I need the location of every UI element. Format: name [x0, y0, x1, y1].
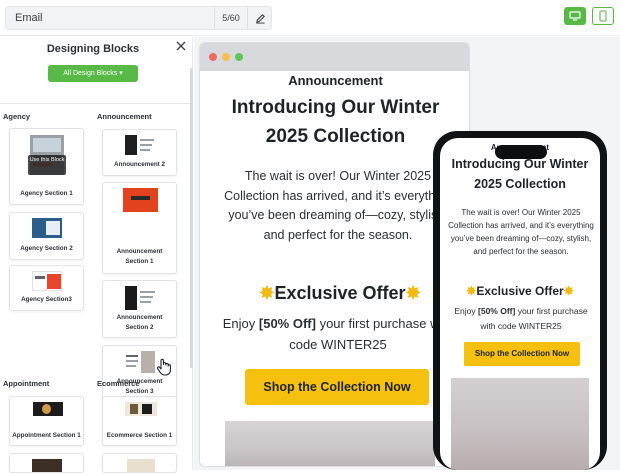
blocks-sidebar: Designing Blocks All Design Blocks ▾ Age… [0, 37, 193, 473]
filter-label: All Design Blocks [63, 70, 118, 77]
smartphone-icon [599, 10, 607, 22]
block-card-partial[interactable] [9, 453, 84, 473]
block-card-appointment-section-1[interactable]: Appointment Section 1 [9, 396, 84, 446]
minimize-dot-icon [222, 53, 230, 61]
email-headline: Introducing Our Winter 2025 Collection [231, 97, 440, 147]
close-icon[interactable] [175, 39, 187, 51]
block-thumbnail [123, 188, 158, 212]
shop-collection-button[interactable]: Shop the Collection Now [245, 369, 429, 405]
block-card-partial[interactable] [102, 453, 177, 473]
email-offer-text: Enjoy [50% Off] your first purchase with… [454, 306, 588, 331]
sidebar-scrollbar[interactable] [190, 68, 193, 368]
email-body-text: The wait is over! Our Winter 2025 Collec… [224, 169, 452, 242]
email-offer-title: ✸Exclusive Offer✸ [259, 283, 421, 303]
block-card-announcement-section-2[interactable]: Announcement Section 2 [102, 280, 177, 338]
category-appointment: Appointment [3, 379, 50, 388]
block-thumbnail [32, 271, 62, 291]
filter-dropdown[interactable]: All Design Blocks ▾ [48, 65, 138, 82]
phone-notch [495, 145, 547, 159]
block-card-label: Agency Section 1 [20, 190, 73, 197]
block-card-agency-section-2[interactable]: Agency Section 2 [9, 212, 84, 260]
sparkle-icon: ✸ [405, 283, 421, 303]
email-offer-title: ✸Exclusive Offer✸ [466, 284, 574, 298]
mobile-preview-button[interactable] [592, 7, 614, 25]
char-counter: 5/60 [214, 7, 248, 29]
email-offer-text: Enjoy [50% Off] your first purchase with… [222, 316, 454, 352]
block-card-agency-section-1[interactable]: Use this Block Agency Section 1 [9, 128, 84, 205]
block-card-label: Appointment Section 1 [12, 432, 81, 439]
monitor-icon [569, 11, 581, 21]
block-card-agency-section-3[interactable]: Agency Section3 [9, 265, 84, 311]
block-thumbnail [125, 286, 157, 310]
sidebar-title: Designing Blocks [46, 43, 140, 55]
mobile-preview-screen: Announcement Introducing Our Winter 2025… [440, 138, 600, 470]
block-thumbnail [125, 135, 155, 155]
block-card-ecommerce-section-1[interactable]: Ecommerce Section 1 [102, 396, 177, 446]
chevron-down-icon: ▾ [119, 70, 123, 77]
browser-title-bar [200, 43, 469, 71]
block-thumbnail [33, 402, 63, 416]
clothing-rack-image [451, 378, 589, 470]
email-announcement-label: Announcement [288, 73, 383, 88]
sparkle-icon: ✸ [466, 284, 477, 298]
block-card-announcement-2[interactable]: Announcement 2 [102, 129, 177, 176]
email-name-value[interactable]: Email [15, 12, 43, 24]
block-thumbnail [125, 402, 157, 416]
top-toolbar: Email 5/60 [0, 0, 620, 36]
category-announcement: Announcement [97, 112, 152, 121]
maximize-dot-icon [235, 53, 243, 61]
block-thumbnail [125, 351, 157, 373]
block-card-label: Agency Section3 [21, 296, 72, 303]
block-card-label: Announcement Section 2 [116, 314, 163, 331]
sparkle-icon: ✸ [563, 284, 574, 298]
block-card-label: Announcement Section 1 [116, 248, 163, 265]
clothing-rack-image [225, 421, 435, 466]
sidebar-divider [0, 103, 190, 104]
use-block-overlay[interactable]: Use this Block [28, 155, 66, 175]
category-agency: Agency [3, 112, 31, 121]
desktop-preview-frame: Announcement Introducing Our Winter 2025… [199, 42, 470, 467]
email-headline: Introducing Our Winter 2025 Collection [451, 157, 589, 191]
block-card-label: Announcement 2 [113, 161, 166, 168]
email-body-text: The wait is over! Our Winter 2025 Collec… [448, 208, 594, 256]
block-card-announcement-section-1[interactable]: Announcement Section 1 [102, 182, 177, 274]
sparkle-icon: ✸ [259, 283, 275, 303]
block-card-label: Ecommerce Section 1 [106, 432, 173, 439]
desktop-preview-button[interactable] [564, 7, 586, 25]
hand-cursor-icon [156, 358, 172, 376]
category-ecommerce: Ecommerce [97, 379, 140, 388]
block-card-label: Agency Section 2 [20, 245, 73, 252]
block-thumbnail [32, 218, 62, 238]
shop-collection-button[interactable]: Shop the Collection Now [464, 342, 580, 366]
pencil-icon[interactable] [248, 7, 272, 29]
email-name-field[interactable]: Email 5/60 [5, 6, 272, 30]
close-dot-icon [209, 53, 217, 61]
